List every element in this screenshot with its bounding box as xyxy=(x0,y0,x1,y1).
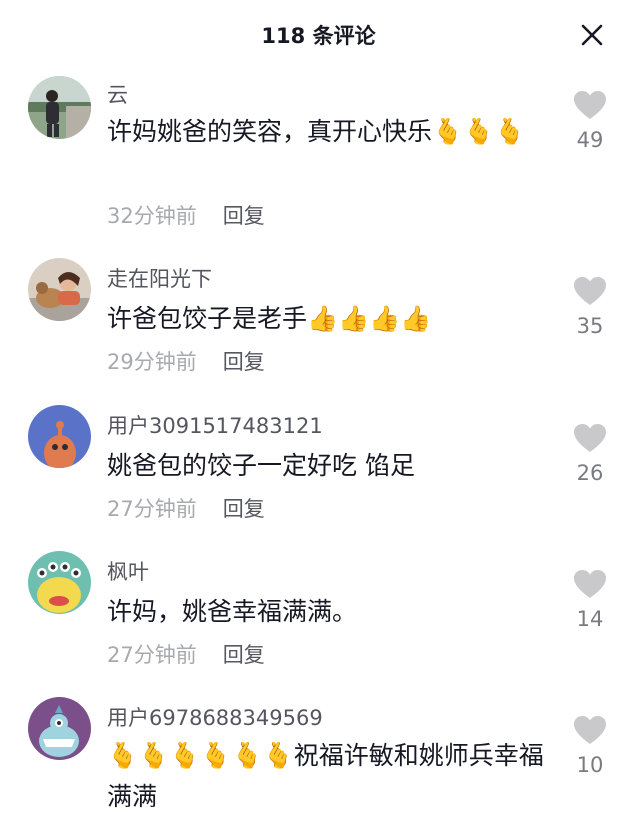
like-button[interactable]: 49 xyxy=(567,90,613,152)
comment-username[interactable]: 用户6978688349569 xyxy=(107,702,323,732)
reply-button[interactable]: 回复 xyxy=(223,497,265,521)
reply-button[interactable]: 回复 xyxy=(223,204,265,228)
comment-username[interactable]: 走在阳光下 xyxy=(107,263,212,293)
comment-text: 姚爸包的饺子一定好吃 馅足 xyxy=(107,451,415,480)
like-count: 14 xyxy=(576,607,604,631)
avatar[interactable] xyxy=(28,258,91,321)
heart-icon xyxy=(574,277,606,305)
comment-item: 枫叶 许妈，姚爸幸福满满。 27分钟前 回复 14 xyxy=(0,549,637,679)
comments-panel: 118 条评论 云 许妈姚爸的笑容，真开心快乐🫰🫰🫰 32分钟前 回复 49 走… xyxy=(0,0,637,820)
comment-count-title: 118 条评论 xyxy=(261,24,376,48)
heart-icon xyxy=(574,716,606,744)
comment-time: 27分钟前 xyxy=(107,497,197,521)
comment-time: 29分钟前 xyxy=(107,350,197,374)
comment-meta: 27分钟前 回复 xyxy=(107,639,265,669)
comments-header: 118 条评论 xyxy=(0,0,637,68)
comment-item: 走在阳光下 许爸包饺子是老手👍👍👍👍 29分钟前 回复 35 xyxy=(0,256,637,386)
comment-item: 用户3091517483121 姚爸包的饺子一定好吃 馅足 27分钟前 回复 26 xyxy=(0,403,637,533)
avatar[interactable] xyxy=(28,697,91,760)
comment-item: 用户6978688349569 🫰🫰🫰🫰🫰🫰祝福许敏和姚师兵幸福满满 10 xyxy=(0,695,637,820)
like-count: 26 xyxy=(576,461,604,485)
avatar[interactable] xyxy=(28,405,91,468)
close-icon xyxy=(581,24,603,46)
close-button[interactable] xyxy=(577,20,607,50)
reply-button[interactable]: 回复 xyxy=(223,350,265,374)
avatar[interactable] xyxy=(28,551,91,614)
comment-text: 许妈姚爸的笑容，真开心快乐🫰🫰🫰 xyxy=(107,117,526,146)
comment-time: 27分钟前 xyxy=(107,643,197,667)
like-count: 49 xyxy=(576,128,604,152)
comment-text: 🫰🫰🫰🫰🫰🫰祝福许敏和姚师兵幸福满满 xyxy=(107,741,544,811)
like-button[interactable]: 35 xyxy=(567,276,613,338)
like-count: 10 xyxy=(576,753,604,777)
comment-meta: 29分钟前 回复 xyxy=(107,346,265,376)
comment-username[interactable]: 枫叶 xyxy=(107,556,149,586)
comment-username[interactable]: 用户3091517483121 xyxy=(107,410,323,440)
avatar[interactable] xyxy=(28,76,91,139)
like-button[interactable]: 14 xyxy=(567,569,613,631)
comment-time: 32分钟前 xyxy=(107,204,197,228)
like-button[interactable]: 26 xyxy=(567,423,613,485)
comment-username[interactable]: 云 xyxy=(107,79,128,109)
comment-text: 许妈，姚爸幸福满满。 xyxy=(107,597,358,626)
like-button[interactable]: 10 xyxy=(567,715,613,777)
comment-item: 云 许妈姚爸的笑容，真开心快乐🫰🫰🫰 32分钟前 回复 49 xyxy=(0,72,637,232)
reply-button[interactable]: 回复 xyxy=(223,643,265,667)
heart-icon xyxy=(574,424,606,452)
comment-meta: 32分钟前 回复 xyxy=(107,200,265,230)
heart-icon xyxy=(574,91,606,119)
heart-icon xyxy=(574,570,606,598)
comment-text: 许爸包饺子是老手👍👍👍👍 xyxy=(107,304,432,333)
comment-meta: 27分钟前 回复 xyxy=(107,493,265,523)
like-count: 35 xyxy=(576,314,604,338)
